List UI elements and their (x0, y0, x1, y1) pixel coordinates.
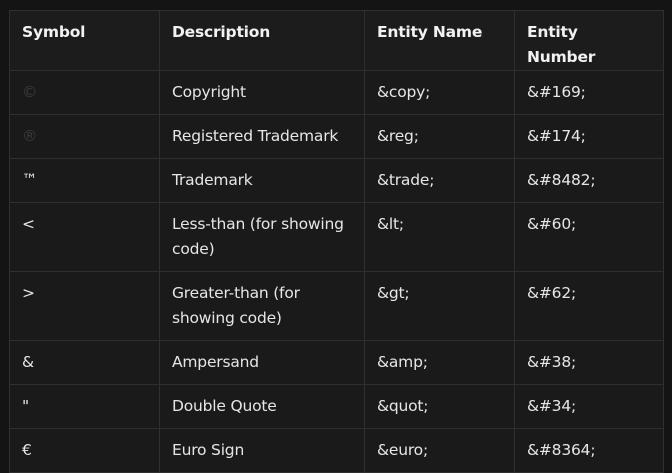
cell-description: Ampersand (159, 340, 365, 385)
cell-entity-number: &#34; (514, 384, 664, 429)
cell-description: Less-than (for showing code) (159, 202, 365, 272)
cell-entity-name: &lt; (364, 202, 515, 272)
cell-entity-name: &trade; (364, 158, 515, 203)
entity-table-container: Symbol Description Entity Name Entity Nu… (9, 10, 664, 473)
cell-entity-name: &amp; (364, 340, 515, 385)
cell-symbol: © (9, 70, 160, 115)
cell-entity-number: &#8482; (514, 158, 664, 203)
cell-entity-name: &reg; (364, 114, 515, 159)
cell-description: Registered Trademark (159, 114, 365, 159)
cell-entity-number: &#8364; (514, 428, 664, 473)
cell-entity-number: &#62; (514, 271, 664, 341)
cell-symbol: < (9, 202, 160, 272)
cell-entity-name: &gt; (364, 271, 515, 341)
cell-description: Euro Sign (159, 428, 365, 473)
table-row: " Double Quote &quot; &#34; (9, 384, 664, 429)
table-row: € Euro Sign &euro; &#8364; (9, 428, 664, 473)
header-entity-name: Entity Name (364, 10, 515, 71)
table-header-row: Symbol Description Entity Name Entity Nu… (9, 10, 664, 71)
cell-symbol: ® (9, 114, 160, 159)
header-symbol: Symbol (9, 10, 160, 71)
table-row: > Greater-than (for showing code) &gt; &… (9, 271, 664, 341)
cell-description: Copyright (159, 70, 365, 115)
cell-entity-number: &#38; (514, 340, 664, 385)
cell-symbol: > (9, 271, 160, 341)
cell-entity-name: &euro; (364, 428, 515, 473)
cell-entity-number: &#174; (514, 114, 664, 159)
cell-entity-name: &copy; (364, 70, 515, 115)
cell-entity-number: &#60; (514, 202, 664, 272)
table-row: ® Registered Trademark &reg; &#174; (9, 114, 664, 159)
cell-description: Trademark (159, 158, 365, 203)
cell-symbol: " (9, 384, 160, 429)
cell-entity-number: &#169; (514, 70, 664, 115)
html-entity-table: Symbol Description Entity Name Entity Nu… (9, 10, 664, 473)
header-entity-number: Entity Number (514, 10, 664, 71)
cell-symbol: ™ (9, 158, 160, 203)
cell-description: Double Quote (159, 384, 365, 429)
table-row: < Less-than (for showing code) &lt; &#60… (9, 202, 664, 272)
cell-description: Greater-than (for showing code) (159, 271, 365, 341)
table-row: © Copyright &copy; &#169; (9, 70, 664, 115)
cell-symbol: & (9, 340, 160, 385)
header-description: Description (159, 10, 365, 71)
table-row: & Ampersand &amp; &#38; (9, 340, 664, 385)
cell-symbol: € (9, 428, 160, 473)
table-row: ™ Trademark &trade; &#8482; (9, 158, 664, 203)
cell-entity-name: &quot; (364, 384, 515, 429)
